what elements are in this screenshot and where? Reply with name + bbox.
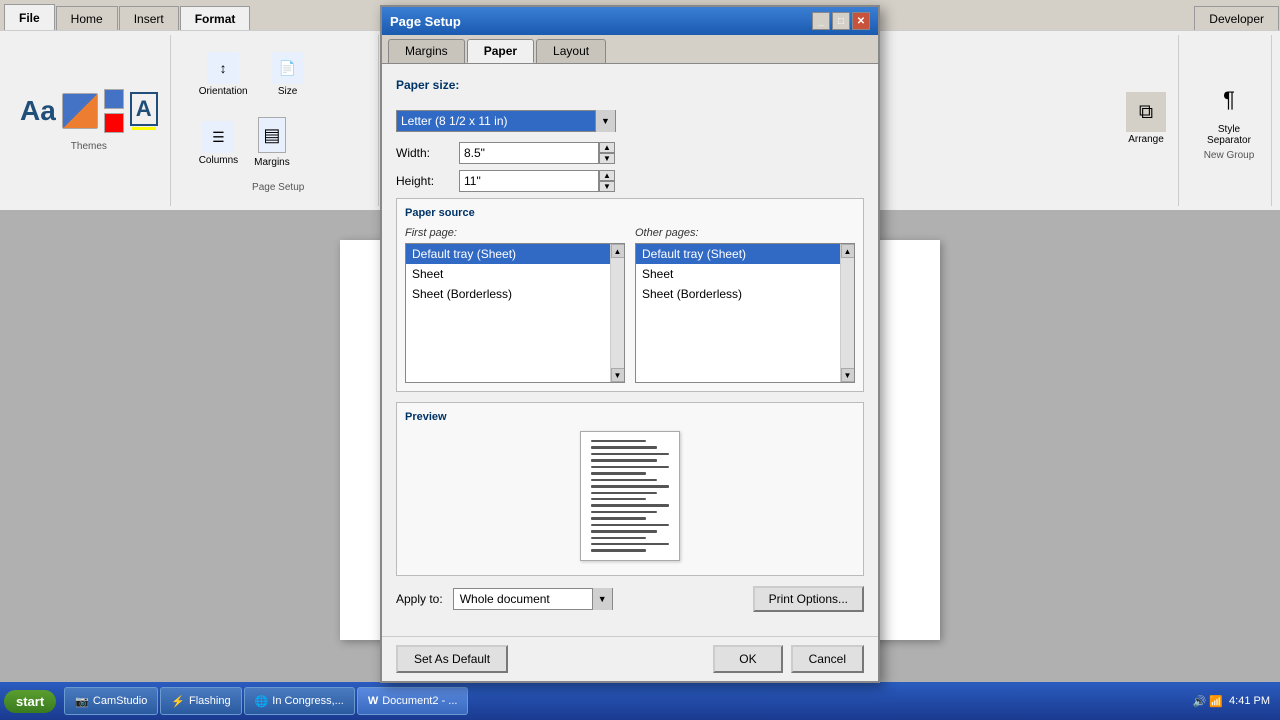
bottom-right-buttons: OK Cancel [713,645,864,673]
preview-line-5 [591,466,669,468]
paper-source-label: Paper source [405,207,855,219]
other-pages-item-0[interactable]: Default tray (Sheet) [636,244,854,264]
dialog-close-button[interactable]: ✕ [852,12,870,30]
dialog-bottom: Set As Default OK Cancel [382,636,878,681]
dialog-title-buttons: _ □ ✕ [812,12,870,30]
paper-size-label: Paper size: [396,78,459,92]
other-pages-list-inner: Default tray (Sheet) Sheet Sheet (Border… [636,244,854,304]
first-page-list-wrap: Default tray (Sheet) Sheet Sheet (Border… [405,243,625,383]
dialog-body: Paper size: Letter (8 1/2 x 11 in) ▼ Wid… [382,63,878,636]
other-pages-label: Other pages: [635,227,855,239]
dialog-tab-bar: Margins Paper Layout [382,35,878,63]
height-row: Height: ▲ ▼ [396,170,864,192]
first-page-scroll-down[interactable]: ▼ [611,368,625,382]
page-setup-dialog: Page Setup _ □ ✕ Margins Paper Layout Pa… [380,5,880,683]
dialog-maximize-button[interactable]: □ [832,12,850,30]
preview-line-16 [591,537,646,539]
apply-to-row: Apply to: Whole document ▼ Print Options… [396,586,864,612]
width-up-btn[interactable]: ▲ [599,142,615,153]
tab-layout[interactable]: Layout [536,39,606,63]
preview-line-9 [591,492,657,494]
height-label: Height: [396,174,451,188]
preview-line-1 [591,440,646,442]
other-pages-item-2[interactable]: Sheet (Borderless) [636,284,854,304]
apply-to-dropdown-arrow[interactable]: ▼ [592,588,612,610]
preview-line-7 [591,479,657,481]
height-spinner[interactable]: ▲ ▼ [599,170,615,192]
tab-margins[interactable]: Margins [388,39,465,63]
preview-line-6 [591,472,646,474]
first-page-item-0[interactable]: Default tray (Sheet) [406,244,624,264]
first-page-label: First page: [405,227,625,239]
apply-to-select[interactable]: Whole document ▼ [453,588,613,610]
paper-size-value: Letter (8 1/2 x 11 in) [397,111,595,131]
preview-section: Preview [396,402,864,576]
print-options-button[interactable]: Print Options... [753,586,864,612]
first-page-scroll-up[interactable]: ▲ [611,244,625,258]
preview-line-10 [591,498,646,500]
preview-line-14 [591,524,669,526]
width-row: Width: ▲ ▼ [396,142,864,164]
other-pages-scroll-up[interactable]: ▲ [841,244,855,258]
paper-size-select[interactable]: Letter (8 1/2 x 11 in) ▼ [396,110,616,132]
cancel-button[interactable]: Cancel [791,645,864,673]
height-input-wrap: ▲ ▼ [459,170,615,192]
dialog-title: Page Setup [390,14,461,29]
preview-line-3 [591,453,669,455]
dialog-overlay: Page Setup _ □ ✕ Margins Paper Layout Pa… [0,0,1280,720]
paper-size-row: Paper size: [396,78,864,100]
set-as-default-button[interactable]: Set As Default [396,645,508,673]
other-pages-scroll-down[interactable]: ▼ [841,368,855,382]
apply-to-label: Apply to: [396,592,443,606]
width-down-btn[interactable]: ▼ [599,153,615,164]
first-page-list-inner: Default tray (Sheet) Sheet Sheet (Border… [406,244,624,304]
paper-source-columns: First page: Default tray (Sheet) Sheet S… [405,227,855,383]
first-page-item-2[interactable]: Sheet (Borderless) [406,284,624,304]
width-input-wrap: ▲ ▼ [459,142,615,164]
apply-to-value: Whole document [454,592,592,606]
preview-label: Preview [405,411,855,423]
preview-line-18 [591,549,646,551]
first-page-scrollbar: ▲ ▼ [610,244,624,382]
other-pages-list[interactable]: Default tray (Sheet) Sheet Sheet (Border… [635,243,855,383]
paper-size-select-wrap: Letter (8 1/2 x 11 in) ▼ [396,110,864,132]
width-spinner[interactable]: ▲ ▼ [599,142,615,164]
ok-button[interactable]: OK [713,645,782,673]
width-input[interactable] [459,142,599,164]
paper-size-dropdown-arrow[interactable]: ▼ [595,110,615,132]
other-pages-col: Other pages: Default tray (Sheet) Sheet … [635,227,855,383]
tab-paper[interactable]: Paper [467,39,534,63]
preview-line-2 [591,446,657,448]
height-input[interactable] [459,170,599,192]
preview-line-8 [591,485,669,487]
preview-line-4 [591,459,657,461]
preview-line-11 [591,504,669,506]
other-pages-item-1[interactable]: Sheet [636,264,854,284]
preview-line-15 [591,530,657,532]
preview-box [580,431,680,561]
first-page-col: First page: Default tray (Sheet) Sheet S… [405,227,625,383]
dialog-minimize-button[interactable]: _ [812,12,830,30]
paper-source-section: Paper source First page: Default tray (S… [396,198,864,392]
dialog-titlebar: Page Setup _ □ ✕ [382,7,878,35]
other-pages-list-wrap: Default tray (Sheet) Sheet Sheet (Border… [635,243,855,383]
preview-line-12 [591,511,657,513]
first-page-item-1[interactable]: Sheet [406,264,624,284]
width-label: Width: [396,146,451,160]
preview-line-13 [591,517,646,519]
other-pages-scrollbar: ▲ ▼ [840,244,854,382]
preview-line-17 [591,543,669,545]
height-up-btn[interactable]: ▲ [599,170,615,181]
first-page-list[interactable]: Default tray (Sheet) Sheet Sheet (Border… [405,243,625,383]
height-down-btn[interactable]: ▼ [599,181,615,192]
